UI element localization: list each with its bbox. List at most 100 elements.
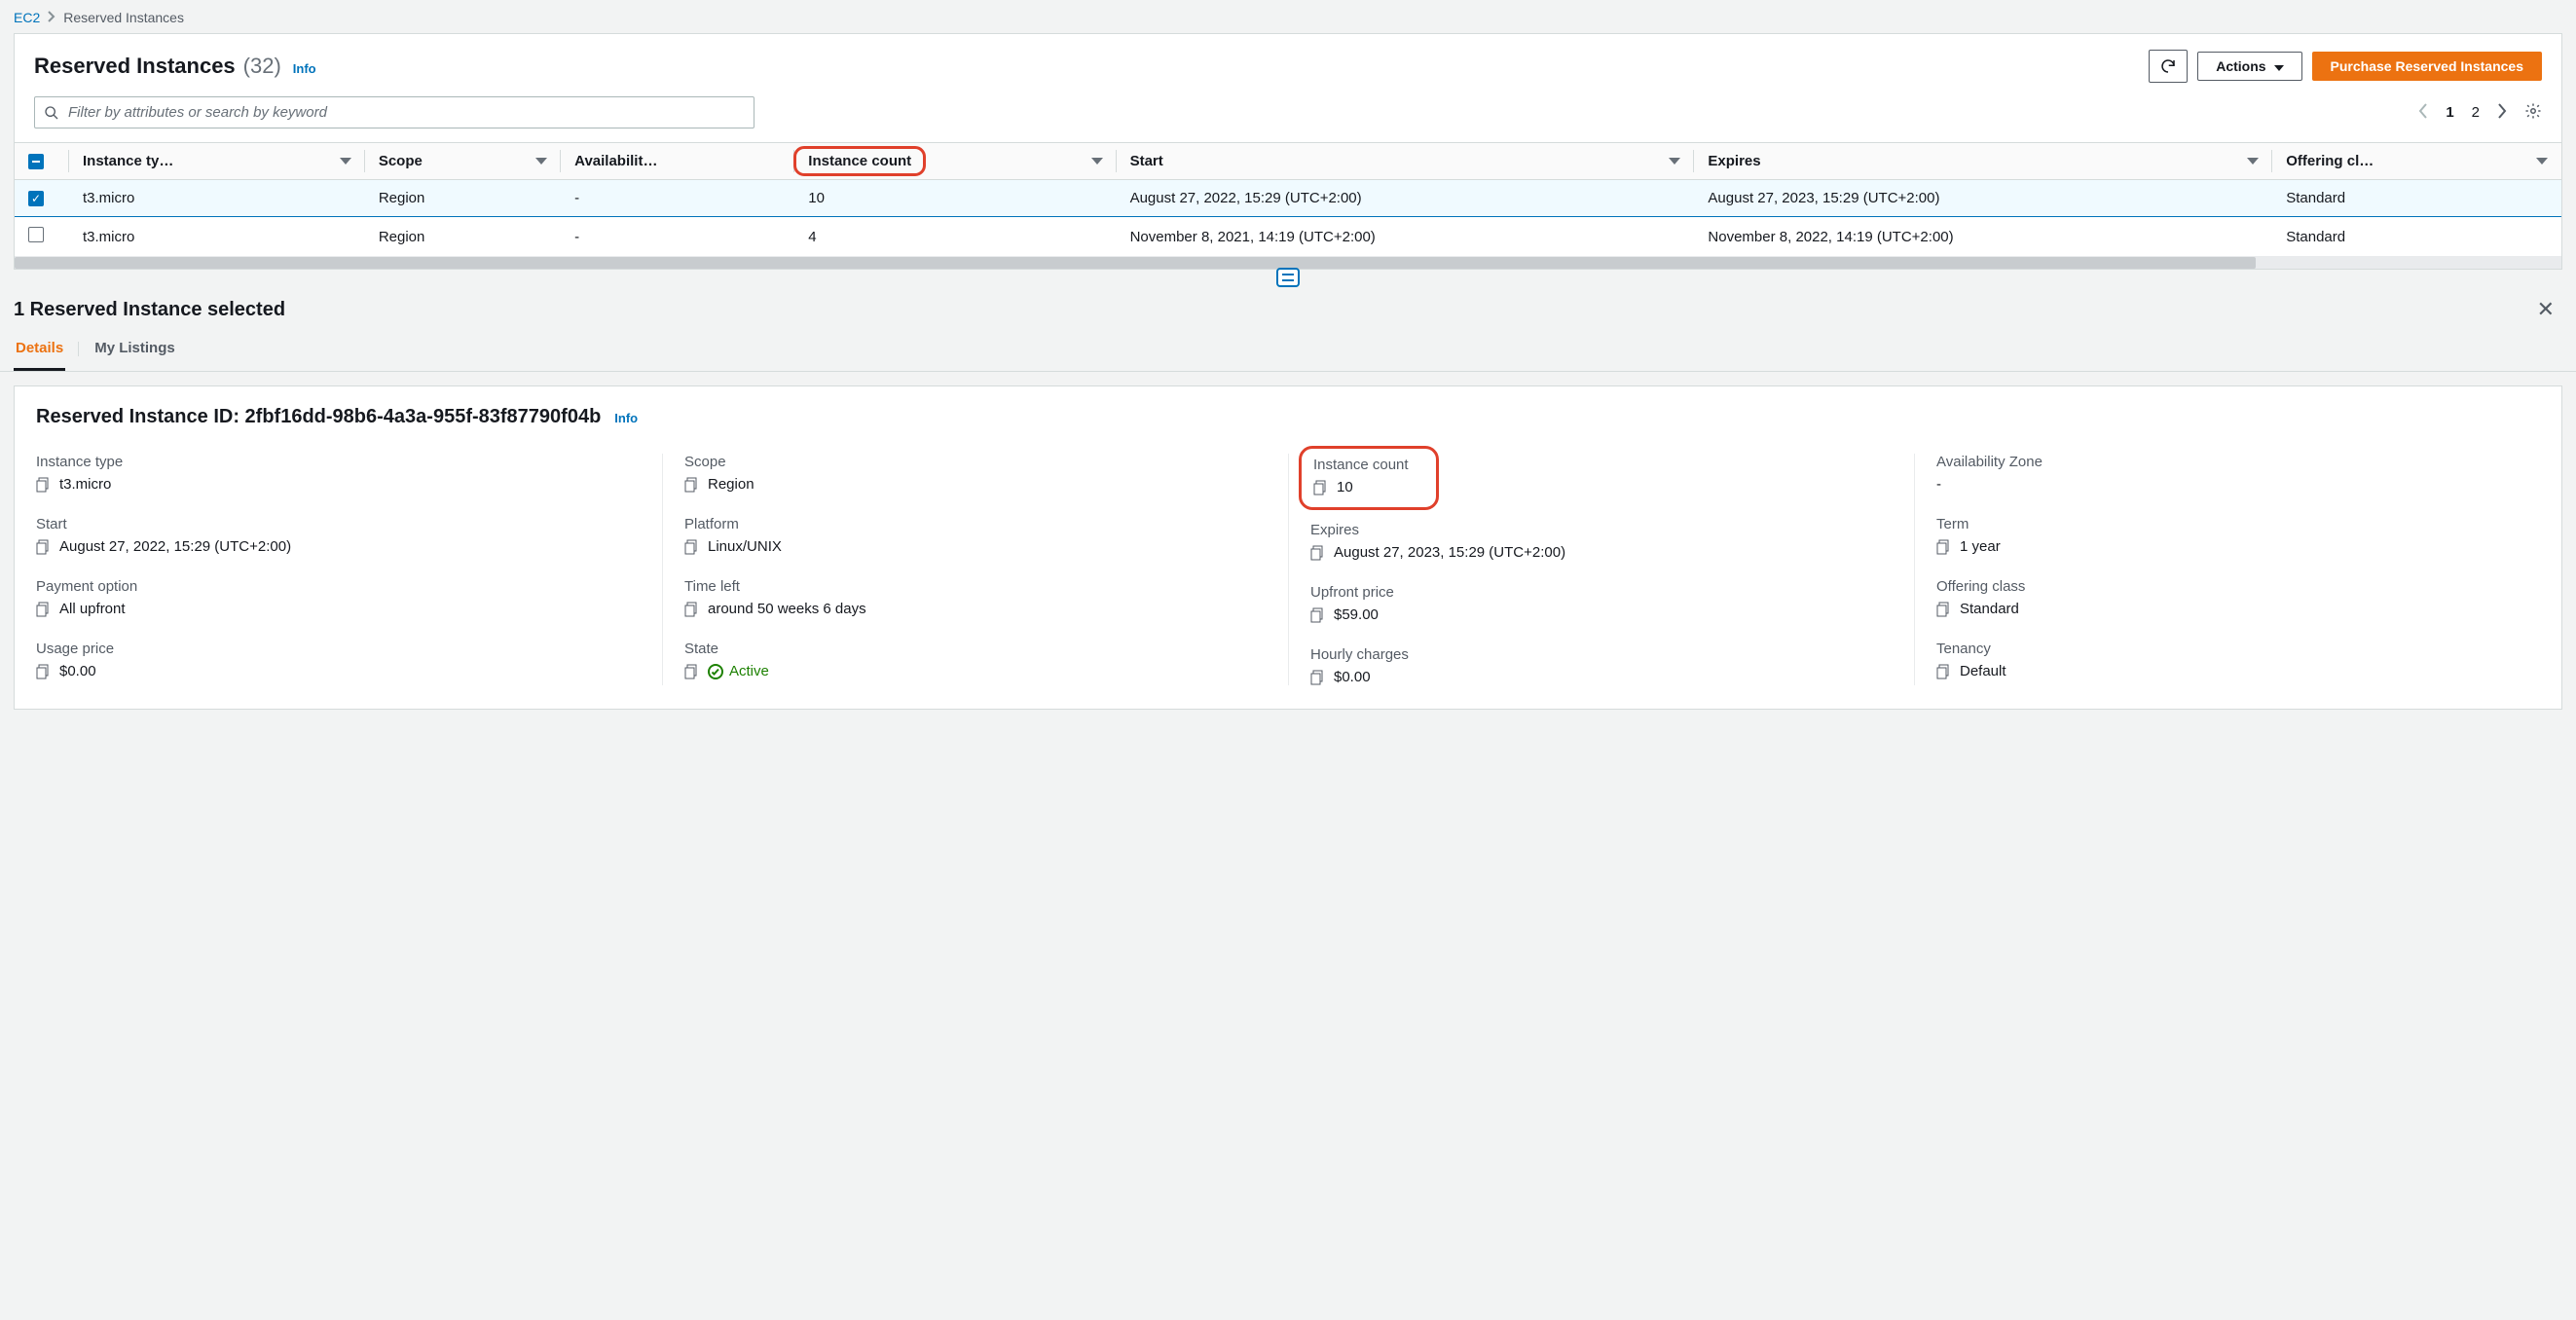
cell-offering: Standard	[2272, 217, 2561, 257]
info-link[interactable]: Info	[614, 411, 638, 425]
detail-tabs: Details My Listings	[0, 322, 2576, 372]
copy-icon[interactable]	[1310, 545, 1326, 561]
details-panel: Reserved Instance ID: 2fbf16dd-98b6-4a3a…	[14, 385, 2562, 710]
col-scope[interactable]: Scope	[365, 143, 561, 180]
copy-icon[interactable]	[36, 664, 52, 679]
reserved-instance-id: 2fbf16dd-98b6-4a3a-955f-83f87790f04b	[245, 406, 602, 427]
table-row[interactable]: t3.micro Region - 4 November 8, 2021, 14…	[15, 217, 2561, 257]
drag-handle-icon[interactable]	[1276, 268, 1300, 287]
chevron-right-icon	[48, 10, 55, 25]
check-circle-icon	[708, 664, 723, 679]
copy-icon[interactable]	[684, 664, 700, 679]
col-offering-class[interactable]: Offering cl…	[2272, 143, 2561, 180]
detail-title-prefix: Reserved Instance ID:	[36, 406, 239, 427]
search-icon	[44, 105, 59, 121]
value-time-left: around 50 weeks 6 days	[708, 601, 866, 617]
label-payment-option: Payment option	[36, 578, 641, 595]
value-expires: August 27, 2023, 15:29 (UTC+2:00)	[1334, 544, 1565, 561]
filter-icon[interactable]	[340, 158, 351, 165]
label-offering-class: Offering class	[1936, 578, 2519, 595]
cell-type: t3.micro	[69, 180, 365, 217]
filter-icon[interactable]	[2247, 158, 2259, 165]
copy-icon[interactable]	[684, 602, 700, 617]
table-row[interactable]: t3.micro Region - 10 August 27, 2022, 15…	[15, 180, 2561, 217]
label-tenancy: Tenancy	[1936, 641, 2519, 657]
col-expires[interactable]: Expires	[1694, 143, 2272, 180]
copy-icon[interactable]	[684, 477, 700, 493]
label-time-left: Time left	[684, 578, 1267, 595]
cell-start: November 8, 2021, 14:19 (UTC+2:00)	[1117, 217, 1695, 257]
label-expires: Expires	[1310, 522, 1893, 538]
panel-header: Reserved Instances (32) Info Actions Pur…	[15, 34, 2561, 89]
purchase-button[interactable]: Purchase Reserved Instances	[2312, 52, 2542, 81]
copy-icon[interactable]	[1936, 602, 1952, 617]
value-payment-option: All upfront	[59, 601, 126, 617]
status-badge: Active	[708, 663, 769, 679]
row-checkbox[interactable]	[28, 191, 44, 206]
value-tenancy: Default	[1960, 663, 2006, 679]
breadcrumb-current: Reserved Instances	[63, 10, 184, 25]
search-wrap	[34, 96, 754, 128]
info-link[interactable]: Info	[293, 61, 316, 76]
copy-icon[interactable]	[684, 539, 700, 555]
copy-icon[interactable]	[36, 539, 52, 555]
actions-label: Actions	[2216, 58, 2265, 74]
filter-icon[interactable]	[535, 158, 547, 165]
value-instance-count: 10	[1337, 479, 1353, 495]
split-handle[interactable]	[0, 268, 2576, 287]
copy-icon[interactable]	[1936, 664, 1952, 679]
cell-expires: August 27, 2023, 15:29 (UTC+2:00)	[1694, 180, 2272, 217]
refresh-button[interactable]	[2149, 50, 2188, 83]
copy-icon[interactable]	[1310, 607, 1326, 623]
toolbar: 1 2	[15, 89, 2561, 142]
cell-az: -	[561, 180, 794, 217]
label-platform: Platform	[684, 516, 1267, 532]
label-term: Term	[1936, 516, 2519, 532]
value-offering-class: Standard	[1960, 601, 2019, 617]
value-start: August 27, 2022, 15:29 (UTC+2:00)	[59, 538, 291, 555]
pager-page-2[interactable]: 2	[2472, 104, 2480, 121]
col-start[interactable]: Start	[1117, 143, 1695, 180]
copy-icon[interactable]	[1936, 539, 1952, 555]
cell-start: August 27, 2022, 15:29 (UTC+2:00)	[1117, 180, 1695, 217]
detail-section-title: 1 Reserved Instance selected	[14, 299, 285, 321]
label-state: State	[684, 641, 1267, 657]
breadcrumb-root[interactable]: EC2	[14, 10, 40, 25]
cell-type: t3.micro	[69, 217, 365, 257]
pager-prev[interactable]	[2418, 103, 2428, 122]
settings-icon[interactable]	[2524, 102, 2542, 123]
tab-my-listings[interactable]: My Listings	[92, 340, 177, 371]
reserved-instances-panel: Reserved Instances (32) Info Actions Pur…	[14, 33, 2562, 270]
cell-offering: Standard	[2272, 180, 2561, 217]
cell-scope: Region	[365, 217, 561, 257]
pager-page-1[interactable]: 1	[2446, 104, 2453, 121]
row-checkbox[interactable]	[28, 227, 44, 242]
pager-next[interactable]	[2497, 103, 2507, 122]
copy-icon[interactable]	[36, 477, 52, 493]
filter-icon[interactable]	[1669, 158, 1680, 165]
filter-icon[interactable]	[1091, 158, 1103, 165]
search-input[interactable]	[34, 96, 754, 128]
copy-icon[interactable]	[36, 602, 52, 617]
value-usage-price: $0.00	[59, 663, 96, 679]
label-scope: Scope	[684, 454, 1267, 470]
actions-dropdown[interactable]: Actions	[2197, 52, 2301, 81]
breadcrumb: EC2 Reserved Instances	[0, 0, 2576, 33]
value-scope: Region	[708, 476, 754, 493]
close-icon[interactable]: ✕	[2529, 297, 2562, 322]
label-instance-type: Instance type	[36, 454, 641, 470]
copy-icon[interactable]	[1310, 670, 1326, 685]
col-az[interactable]: Availabilit…	[561, 143, 794, 180]
pager: 1 2	[2418, 102, 2542, 123]
cell-az: -	[561, 217, 794, 257]
cell-count: 4	[794, 217, 1116, 257]
col-instance-count[interactable]: Instance count	[794, 143, 1116, 180]
value-instance-type: t3.micro	[59, 476, 111, 493]
col-instance-type[interactable]: Instance ty…	[69, 143, 365, 180]
value-hourly: $0.00	[1334, 669, 1371, 685]
copy-icon[interactable]	[1313, 480, 1329, 495]
select-all-checkbox[interactable]	[28, 154, 44, 169]
value-platform: Linux/UNIX	[708, 538, 782, 555]
tab-details[interactable]: Details	[14, 340, 65, 371]
filter-icon[interactable]	[2536, 158, 2548, 165]
